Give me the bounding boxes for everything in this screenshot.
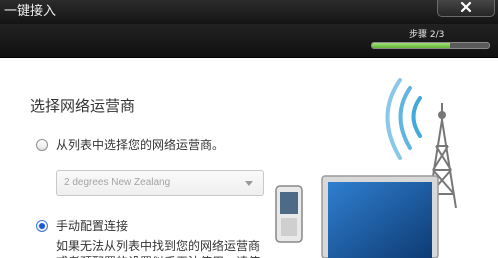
carrier-dropdown[interactable]: 2 degrees New Zealang: [56, 170, 264, 196]
network-illustration: [275, 78, 457, 258]
window-title: 一键接入: [4, 4, 57, 19]
section-title: 选择网络运营商: [30, 97, 136, 115]
radio-select-from-list-label[interactable]: 从列表中选择您的网络运营商。: [56, 137, 224, 153]
wizard-header: 步骤 2/3: [0, 24, 498, 58]
carrier-dropdown-value: 2 degrees New Zealang: [64, 177, 171, 188]
laptop-icon: [321, 175, 439, 258]
manual-config-description: 如果无法从列表中找到您的网络运营商或者预配置的设置似乎无法使用，请使: [56, 239, 261, 258]
close-button[interactable]: [437, 0, 495, 17]
radio-select-from-list[interactable]: [36, 139, 48, 151]
radio-manual-config[interactable]: [36, 220, 48, 232]
chevron-down-icon: [245, 181, 253, 186]
step-progress-fill: [372, 43, 450, 48]
wizard-content: 选择网络运营商 从列表中选择您的网络运营商。 2 degrees New Zea…: [0, 58, 498, 258]
close-icon: [460, 1, 472, 13]
mobile-phone-icon: [275, 185, 303, 243]
radio-manual-config-label[interactable]: 手动配置连接: [56, 218, 128, 234]
title-bar: 一键接入: [0, 0, 498, 24]
signal-waves-icon: [385, 78, 422, 160]
step-progress-bar: [371, 42, 490, 49]
step-indicator: 步骤 2/3: [409, 30, 445, 40]
